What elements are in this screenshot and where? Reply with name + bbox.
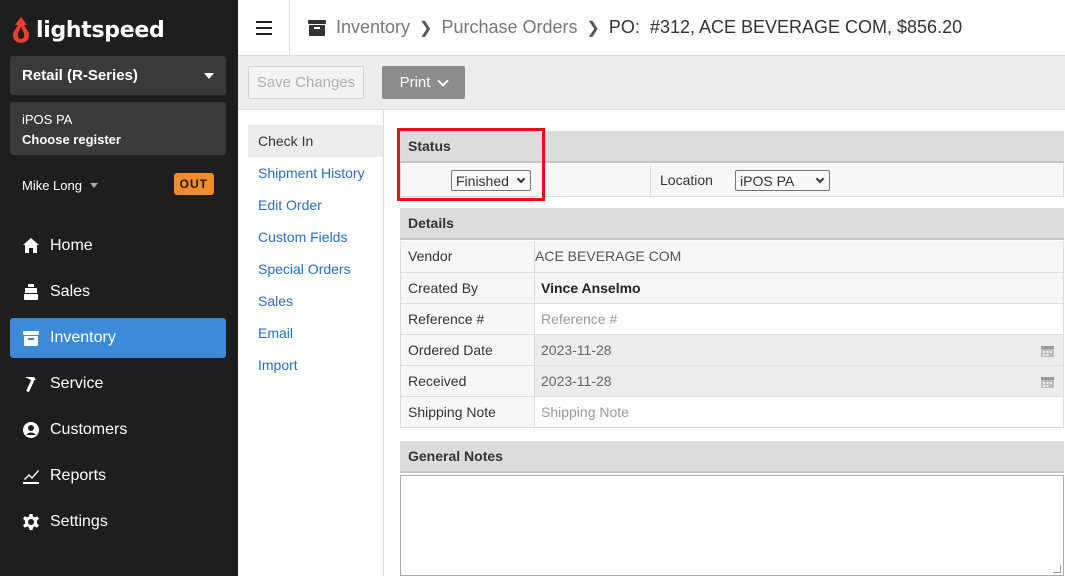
shipping-note-input[interactable]: Shipping Note xyxy=(534,396,1064,428)
table-row: Ordered Date 2023-11-28 xyxy=(400,334,1064,366)
created-by-label: Created By xyxy=(400,272,535,304)
hamburger-icon xyxy=(255,20,272,35)
print-button[interactable]: Print xyxy=(382,66,465,99)
nav-label: Inventory xyxy=(50,329,116,346)
created-by-value: Vince Anselmo xyxy=(534,272,1064,304)
ordered-date-label: Ordered Date xyxy=(400,334,535,366)
resize-handle-icon[interactable] xyxy=(1053,565,1061,573)
hammer-icon xyxy=(22,375,40,393)
shipping-note-label: Shipping Note xyxy=(400,396,535,428)
vendor-label: Vendor xyxy=(400,241,535,273)
table-row: Shipping Note Shipping Note xyxy=(400,396,1064,428)
shop-name: iPOS PA xyxy=(22,112,73,127)
nav-reports[interactable]: Reports xyxy=(10,456,226,496)
brand-name: lightspeed xyxy=(36,17,165,43)
choose-register-link[interactable]: Choose register xyxy=(22,130,214,150)
caret-down-icon xyxy=(204,72,214,79)
location-label: Location xyxy=(660,172,713,188)
nav-label: Reports xyxy=(50,467,107,484)
submenu-sales[interactable]: Sales xyxy=(238,285,383,317)
nav-customers[interactable]: Customers xyxy=(10,410,226,450)
submenu-shipment-history[interactable]: Shipment History xyxy=(238,157,383,189)
chevron-right-icon: ❯ xyxy=(586,19,600,37)
account-selector[interactable]: Retail (R-Series) xyxy=(10,56,226,95)
nav-settings[interactable]: Settings xyxy=(10,502,226,542)
received-date-field[interactable]: 2023-11-28 xyxy=(534,365,1064,397)
nav-home[interactable]: Home xyxy=(10,226,226,266)
table-row: Created By Vince Anselmo xyxy=(400,272,1064,304)
nav-sales[interactable]: Sales xyxy=(10,272,226,312)
breadcrumb: Inventory ❯ Purchase Orders ❯ PO: #312, … xyxy=(290,17,962,38)
nav-label: Settings xyxy=(50,513,108,530)
sidebar: lightspeed Retail (R-Series) iPOS PA Cho… xyxy=(0,0,238,576)
po-submenu: Check In Shipment History Edit Order Cus… xyxy=(238,110,384,576)
flame-icon xyxy=(12,17,30,43)
gear-icon xyxy=(22,513,40,531)
submenu-custom-fields[interactable]: Custom Fields xyxy=(238,221,383,253)
main-nav: Home Sales Inventory Service Customers R… xyxy=(10,226,226,548)
caret-down-icon xyxy=(89,182,98,188)
nav-inventory[interactable]: Inventory xyxy=(10,318,226,358)
inventory-icon xyxy=(22,329,40,347)
user-name: Mike Long xyxy=(22,177,82,193)
divider xyxy=(650,166,651,196)
chart-icon xyxy=(22,467,40,485)
table-row: Reference # Reference # xyxy=(400,303,1064,335)
submenu-check-in[interactable]: Check In xyxy=(248,125,383,157)
menu-toggle-button[interactable] xyxy=(238,0,290,56)
table-row: Received 2023-11-28 xyxy=(400,365,1064,397)
nav-service[interactable]: Service xyxy=(10,364,226,404)
caret-down-icon xyxy=(815,174,825,184)
submenu-import[interactable]: Import xyxy=(238,349,383,381)
save-changes-button[interactable]: Save Changes xyxy=(248,66,364,99)
chevron-down-icon xyxy=(437,74,450,87)
print-label: Print xyxy=(399,74,431,91)
page-title: PO: #312, ACE BEVERAGE COM, $856.20 xyxy=(608,17,963,37)
lightspeed-logo[interactable]: lightspeed xyxy=(10,14,165,46)
location-select[interactable]: iPOS PA xyxy=(735,170,830,191)
inventory-icon xyxy=(308,19,326,36)
highlight-box xyxy=(397,128,545,201)
user-menu[interactable]: Mike Long OUT xyxy=(22,172,220,198)
account-label: Retail (R-Series) xyxy=(22,67,138,84)
table-row: Vendor ACE BEVERAGE COM xyxy=(400,241,1064,273)
submenu-special-orders[interactable]: Special Orders xyxy=(238,253,383,285)
vendor-value: ACE BEVERAGE COM xyxy=(534,241,1064,273)
ordered-date-field[interactable]: 2023-11-28 xyxy=(534,334,1064,366)
submenu-edit-order[interactable]: Edit Order xyxy=(238,189,383,221)
header-bar: Inventory ❯ Purchase Orders ❯ PO: #312, … xyxy=(238,0,1065,56)
general-notes-heading: General Notes xyxy=(400,441,1064,473)
register-box[interactable]: iPOS PA Choose register xyxy=(10,102,226,155)
register-icon xyxy=(22,283,40,301)
nav-label: Service xyxy=(50,375,104,392)
chevron-right-icon: ❯ xyxy=(419,19,433,37)
location-value: iPOS PA xyxy=(740,172,795,189)
breadcrumb-purchase-orders[interactable]: Purchase Orders xyxy=(441,17,577,38)
ordered-date-value: 2023-11-28 xyxy=(541,341,612,358)
clock-status-badge[interactable]: OUT xyxy=(173,173,214,195)
action-toolbar: Save Changes Print xyxy=(238,56,1065,110)
breadcrumb-inventory[interactable]: Inventory xyxy=(336,17,410,38)
nav-label: Home xyxy=(50,237,93,254)
submenu-email[interactable]: Email xyxy=(238,317,383,349)
calendar-icon[interactable] xyxy=(1041,344,1054,357)
nav-label: Customers xyxy=(50,421,128,438)
details-section-heading: Details xyxy=(400,208,1064,240)
nav-label: Sales xyxy=(50,283,91,300)
calendar-icon[interactable] xyxy=(1041,375,1054,388)
received-label: Received xyxy=(400,365,535,397)
details-table: Vendor ACE BEVERAGE COM Created By Vince… xyxy=(400,241,1064,428)
received-date-value: 2023-11-28 xyxy=(541,372,612,389)
reference-input[interactable]: Reference # xyxy=(534,303,1064,335)
home-icon xyxy=(22,237,40,255)
general-notes-textarea[interactable] xyxy=(400,475,1064,576)
user-circle-icon xyxy=(22,421,40,439)
reference-label: Reference # xyxy=(400,303,535,335)
